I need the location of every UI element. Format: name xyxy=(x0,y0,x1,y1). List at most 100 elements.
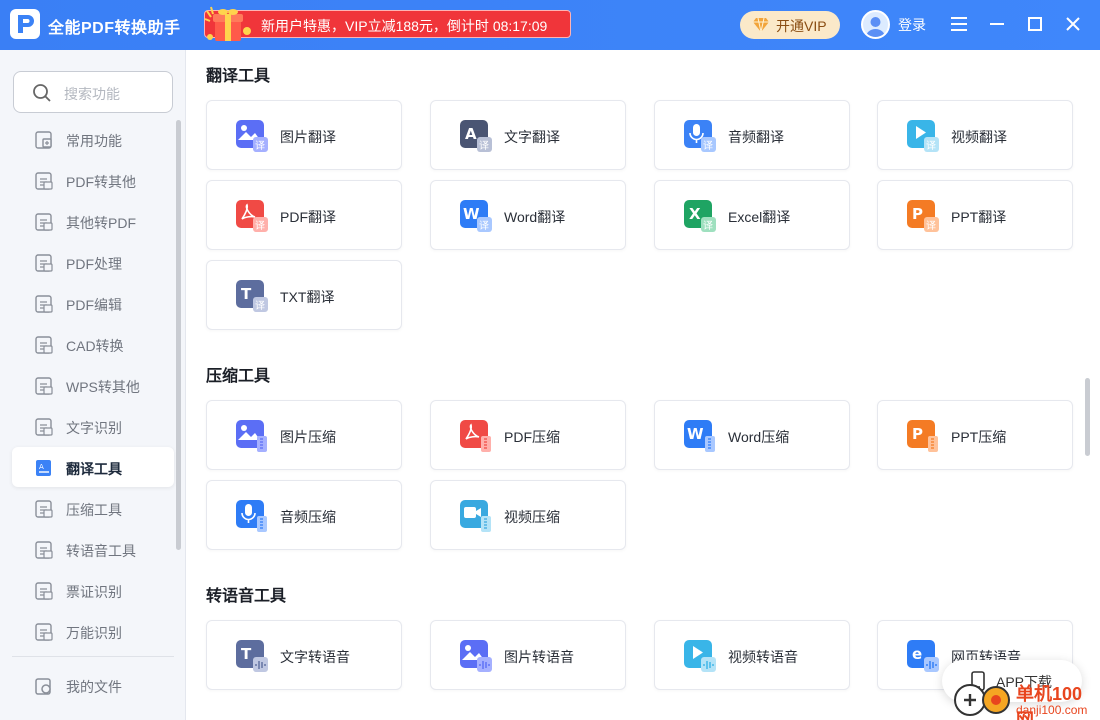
sidebar-divider xyxy=(12,656,174,657)
zip-icon xyxy=(34,499,54,519)
tool-card-label: PDF翻译 xyxy=(280,209,336,225)
tool-card[interactable]: A译 文字翻译 xyxy=(430,100,626,170)
image-compress-icon xyxy=(234,418,270,454)
sidebar-item-label: 翻译工具 xyxy=(66,461,122,477)
image-translate-icon: 译 xyxy=(234,118,270,154)
video-translate-icon: 译 xyxy=(905,118,941,154)
sidebar-item[interactable]: WPS转其他 xyxy=(12,365,174,405)
pdf-process-icon xyxy=(34,253,54,273)
sidebar-item-label: 票证识别 xyxy=(66,584,122,600)
scan-icon xyxy=(34,622,54,642)
tool-card[interactable]: PDF压缩 xyxy=(430,400,626,470)
txt-translate-icon: T译 xyxy=(234,278,270,314)
sidebar-item[interactable]: PDF编辑 xyxy=(12,283,174,323)
login-link[interactable]: 登录 xyxy=(898,15,926,35)
sidebar-item[interactable]: PDF转其他 xyxy=(12,160,174,200)
sidebar-item-label: PDF处理 xyxy=(66,256,122,272)
svg-text:e: e xyxy=(912,645,922,663)
tool-card[interactable]: 图片压缩 xyxy=(206,400,402,470)
tool-card-label: 图片翻译 xyxy=(280,129,336,145)
tool-card[interactable]: T译 TXT翻译 xyxy=(206,260,402,330)
pdf-convert-icon xyxy=(34,171,54,191)
tool-card[interactable]: 译 PDF翻译 xyxy=(206,180,402,250)
svg-text:译: 译 xyxy=(255,220,265,232)
sidebar-item[interactable]: CAD转换 xyxy=(12,324,174,364)
tool-card[interactable]: 视频转语音 xyxy=(654,620,850,690)
svg-text:译: 译 xyxy=(479,220,489,232)
promo-text: 新用户特惠，VIP立减188元，倒计时 08:17:09 xyxy=(261,18,548,34)
svg-text:译: 译 xyxy=(255,140,265,152)
section-title: 翻译工具 xyxy=(206,68,271,85)
ppt-translate-icon: P译 xyxy=(905,198,941,234)
tool-card[interactable]: T 文字转语音 xyxy=(206,620,402,690)
sidebar-item[interactable]: 压缩工具 xyxy=(12,488,174,528)
menu-icon[interactable] xyxy=(947,12,971,36)
tool-card-label: PDF压缩 xyxy=(504,429,560,445)
svg-text:译: 译 xyxy=(479,140,489,152)
search-icon xyxy=(32,83,52,108)
svg-text:译: 译 xyxy=(703,140,713,152)
video-to-speech-icon xyxy=(682,638,718,674)
minimize-icon[interactable] xyxy=(985,12,1009,36)
pdf-edit-icon xyxy=(34,294,54,314)
tool-card-label: 图片转语音 xyxy=(504,649,574,665)
sidebar-item-label: WPS转其他 xyxy=(66,379,140,395)
promo-banner[interactable]: 新用户特惠，VIP立减188元，倒计时 08:17:09 xyxy=(204,6,571,41)
sidebar-item[interactable]: 票证识别 xyxy=(12,570,174,610)
gift-icon xyxy=(201,5,255,45)
cad-icon xyxy=(34,335,54,355)
grid-icon xyxy=(34,130,54,150)
sidebar-item-label: 我的文件 xyxy=(66,679,122,695)
tool-card-label: 音频压缩 xyxy=(280,509,336,525)
tool-card-label: PPT翻译 xyxy=(951,209,1007,225)
tool-card[interactable]: W译 Word翻译 xyxy=(430,180,626,250)
tool-card[interactable]: 音频压缩 xyxy=(206,480,402,550)
search-input[interactable]: 搜索功能 xyxy=(13,71,173,113)
tool-card[interactable]: P PPT压缩 xyxy=(877,400,1073,470)
sidebar-item[interactable]: 万能识别 xyxy=(12,611,174,651)
open-vip-button[interactable]: 开通VIP xyxy=(740,11,840,39)
tool-card-label: 视频转语音 xyxy=(728,649,798,665)
sidebar-item-my-files[interactable]: 我的文件 xyxy=(12,665,174,705)
tool-card[interactable]: P译 PPT翻译 xyxy=(877,180,1073,250)
tool-card-label: 文字转语音 xyxy=(280,649,350,665)
diamond-icon xyxy=(752,17,770,36)
sidebar-item[interactable]: 转语音工具 xyxy=(12,529,174,569)
ocr-icon xyxy=(34,417,54,437)
sidebar-item[interactable]: PDF处理 xyxy=(12,242,174,282)
tool-card[interactable]: 译 视频翻译 xyxy=(877,100,1073,170)
tool-card-label: 音频翻译 xyxy=(728,129,784,145)
sidebar-item-label: 万能识别 xyxy=(66,625,122,641)
word-translate-icon: W译 xyxy=(458,198,494,234)
tool-card[interactable]: 译 图片翻译 xyxy=(206,100,402,170)
tool-card[interactable]: 图片转语音 xyxy=(430,620,626,690)
svg-text:T: T xyxy=(241,285,252,303)
to-pdf-icon xyxy=(34,212,54,232)
sidebar-scrollbar[interactable] xyxy=(176,120,181,550)
tool-card[interactable]: 视频压缩 xyxy=(430,480,626,550)
sidebar-item[interactable]: 常用功能 xyxy=(12,119,174,159)
close-icon[interactable] xyxy=(1061,12,1085,36)
sidebar-item-label: 其他转PDF xyxy=(66,215,136,231)
svg-text:译: 译 xyxy=(926,220,936,232)
sidebar: 搜索功能 常用功能 PDF转其他 其他转PDF PDF处理 PDF编辑 CAD转… xyxy=(0,50,186,720)
title-bar: 全能PDF转换助手 新用户特惠，VIP立减188元，倒计时 08:17:09 开… xyxy=(0,0,1100,50)
ticket-icon xyxy=(34,581,54,601)
svg-text:X: X xyxy=(689,205,701,223)
sidebar-item-label: 压缩工具 xyxy=(66,502,122,518)
svg-text:P: P xyxy=(912,425,923,443)
sidebar-item[interactable]: 文字识别 xyxy=(12,406,174,446)
avatar[interactable] xyxy=(861,10,890,39)
speech-icon xyxy=(34,540,54,560)
sidebar-item[interactable]: 其他转PDF xyxy=(12,201,174,241)
main-scrollbar[interactable] xyxy=(1085,378,1090,456)
sidebar-item-label: PDF转其他 xyxy=(66,174,136,190)
maximize-icon[interactable] xyxy=(1023,12,1047,36)
watermark: 单机100网 danji100.com xyxy=(950,678,1100,720)
tool-card[interactable]: X译 Excel翻译 xyxy=(654,180,850,250)
svg-text:A: A xyxy=(39,463,44,471)
tool-card[interactable]: W Word压缩 xyxy=(654,400,850,470)
tool-card[interactable]: 译 音频翻译 xyxy=(654,100,850,170)
svg-text:译: 译 xyxy=(255,300,265,312)
sidebar-item[interactable]: A 翻译工具 xyxy=(12,447,174,487)
